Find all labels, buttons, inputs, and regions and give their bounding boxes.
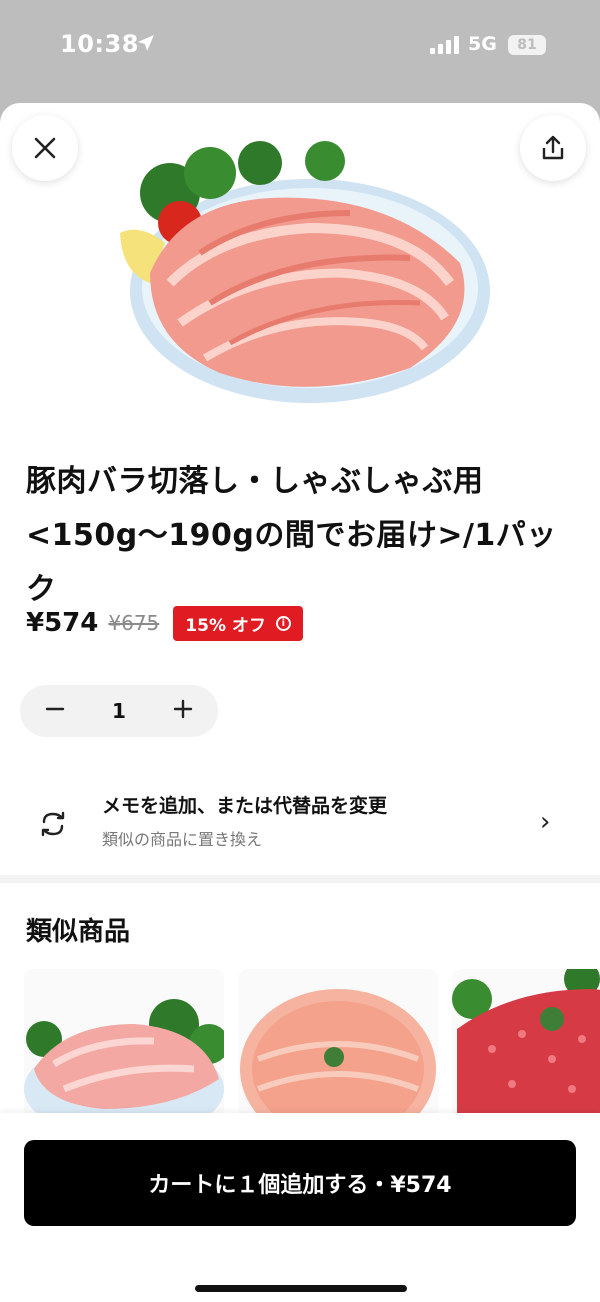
- current-price: ¥574: [26, 608, 99, 638]
- bottom-bar: カートに１個追加する・¥574: [0, 1113, 600, 1302]
- section-divider: [0, 875, 600, 883]
- home-indicator: [195, 1285, 407, 1292]
- decrement-button[interactable]: [40, 696, 70, 726]
- signal-bars-icon: [430, 36, 459, 54]
- status-bar: 10:38 5G 81: [0, 0, 600, 100]
- status-time: 10:38: [60, 30, 139, 58]
- share-icon: [542, 135, 564, 160]
- minus-icon: [45, 707, 65, 711]
- add-to-cart-button[interactable]: カートに１個追加する・¥574: [24, 1140, 576, 1226]
- info-icon: i: [275, 615, 291, 631]
- location-arrow-icon: [138, 35, 154, 51]
- similar-item-ground-meat[interactable]: [452, 969, 600, 1119]
- close-icon: [34, 137, 56, 159]
- memo-title: メモを追加、または代替品を変更: [102, 795, 388, 817]
- pork-slices-image: [24, 999, 224, 1119]
- discount-badge[interactable]: 15% オフ i: [173, 605, 303, 641]
- increment-button[interactable]: [168, 696, 198, 726]
- pork-shabu-platter-image: [240, 989, 436, 1119]
- ground-meat-image: [452, 969, 600, 1119]
- similar-item-pork-shabu-platter[interactable]: [238, 969, 438, 1119]
- memo-row[interactable]: メモを追加、または代替品を変更 類似の商品に置き換え ›: [0, 777, 600, 867]
- memo-subtitle: 類似の商品に置き換え: [102, 830, 263, 849]
- product-title: 豚肉バラ切落し・しゃぶしゃぶ用<150g〜190gの間でお届け>/1パック: [26, 464, 557, 607]
- chevron-right-icon: ›: [540, 807, 551, 837]
- battery-indicator: 81: [508, 35, 546, 55]
- network-label: 5G: [468, 33, 497, 55]
- product-image: [120, 141, 490, 403]
- discount-label: 15% オフ: [185, 615, 266, 636]
- similar-products-list: [0, 969, 600, 1119]
- quantity-stepper: 1: [20, 685, 218, 737]
- plus-icon: [173, 699, 193, 719]
- swap-icon: [41, 811, 65, 837]
- similar-item-pork-slices[interactable]: [24, 969, 224, 1119]
- original-price: ¥675: [108, 611, 160, 635]
- product-sheet: 豚肉バラ切落し・しゃぶしゃぶ用<150g〜190gの間でお届け>/1パック ¥5…: [0, 103, 600, 1302]
- share-button[interactable]: [520, 115, 586, 181]
- close-button[interactable]: [12, 115, 78, 181]
- price-row: ¥574 ¥675 15% オフ i: [26, 603, 303, 643]
- similar-section-title: 類似商品: [26, 917, 131, 947]
- quantity-value: 1: [112, 699, 126, 723]
